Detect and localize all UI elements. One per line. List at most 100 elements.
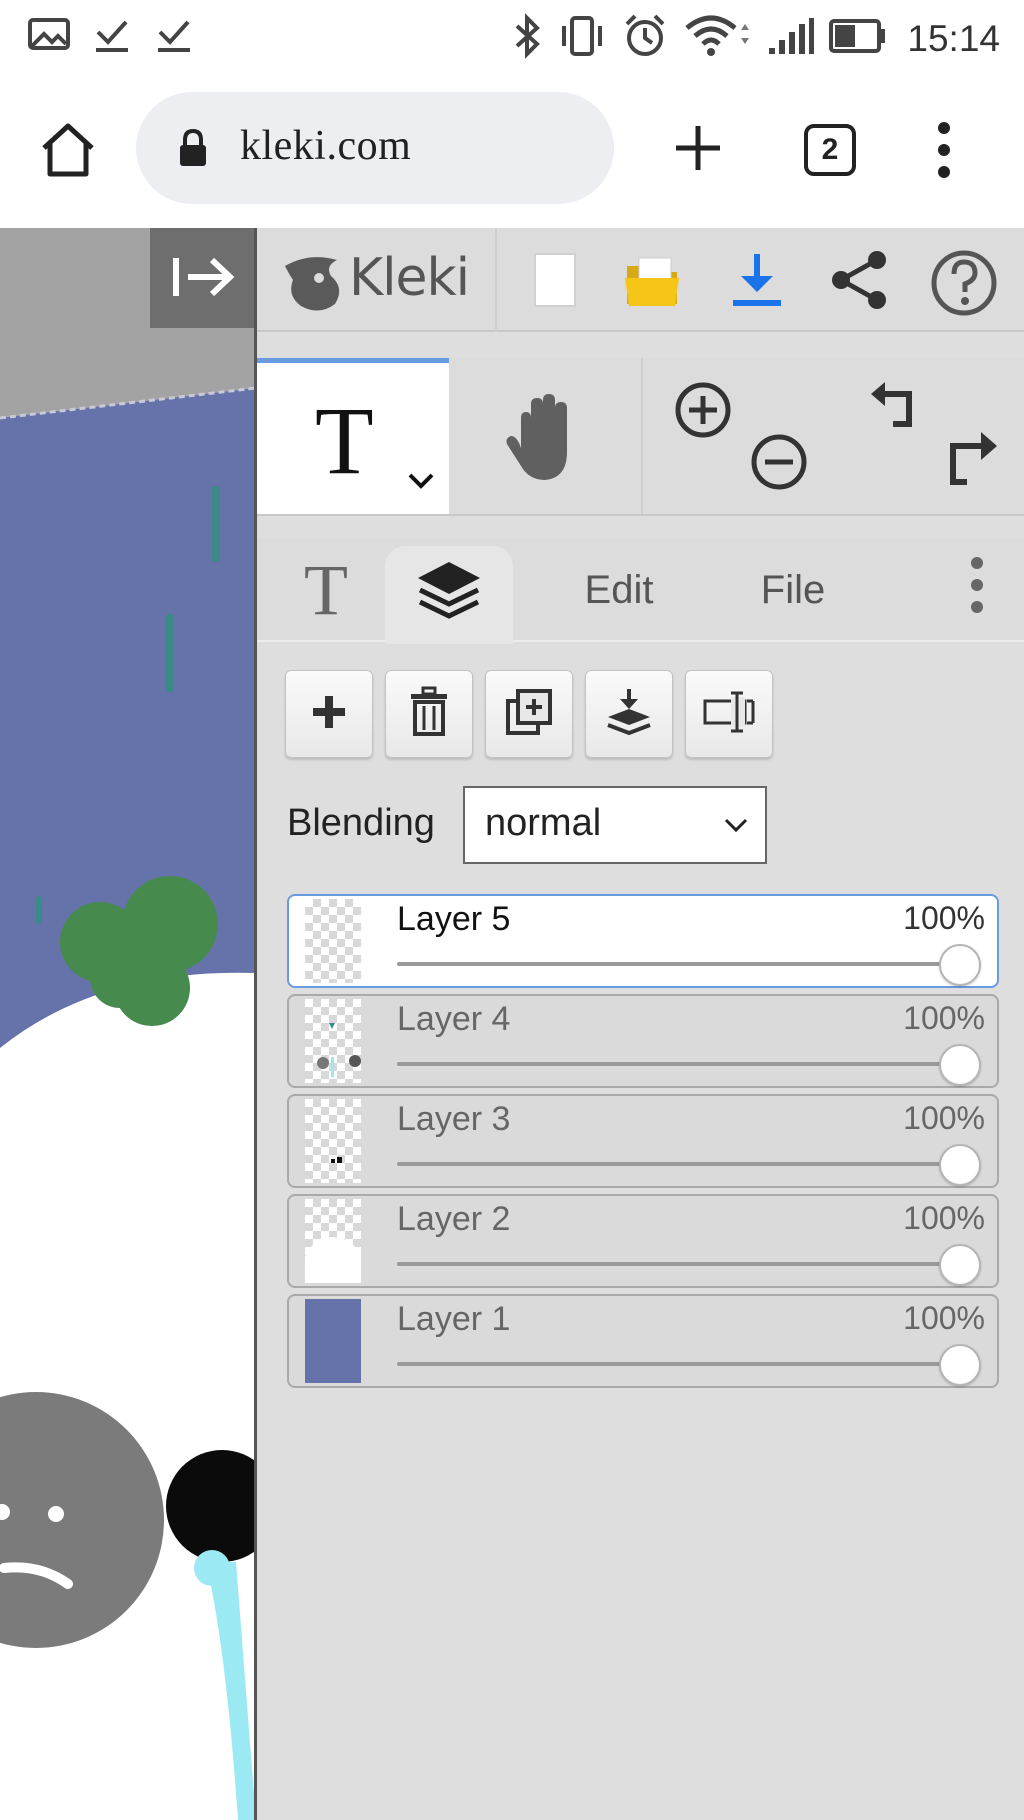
layer-name: Layer 3 xyxy=(397,1100,511,1138)
layer-thumbnail-art xyxy=(305,1236,361,1283)
tab-switcher-button[interactable]: 2 xyxy=(804,124,856,176)
app-header: Kleki xyxy=(257,228,1024,332)
tab-edit[interactable]: Edit xyxy=(549,538,689,642)
tab-more[interactable] xyxy=(947,538,1007,642)
blending-value: normal xyxy=(485,802,602,844)
more-menu-icon[interactable] xyxy=(930,120,958,180)
merge-layer-button[interactable] xyxy=(585,670,673,758)
layer-item[interactable]: Layer 5 100% xyxy=(287,894,999,988)
layer-opacity-value: 100% xyxy=(903,900,985,936)
hand-icon xyxy=(501,388,591,493)
logo-text: Kleki xyxy=(349,248,470,308)
share-icon[interactable] xyxy=(827,248,891,312)
tab-file[interactable]: File xyxy=(733,538,853,642)
opacity-slider-handle[interactable] xyxy=(939,1244,981,1286)
new-tab-button[interactable] xyxy=(672,122,724,174)
collapse-panel-button[interactable] xyxy=(150,228,254,328)
undo-redo-controls xyxy=(837,358,1024,514)
zoom-out-icon[interactable] xyxy=(749,432,809,497)
layer-thumbnail xyxy=(305,1199,361,1283)
undo-icon[interactable] xyxy=(863,378,923,443)
redo-icon[interactable] xyxy=(941,430,1005,499)
duplicate-icon xyxy=(504,687,554,742)
rename-layer-button[interactable] xyxy=(685,670,773,758)
check-icon xyxy=(92,14,132,59)
opacity-slider-handle[interactable] xyxy=(939,944,981,986)
opacity-slider-track[interactable] xyxy=(397,962,959,966)
rename-icon xyxy=(701,687,757,742)
text-tool-button[interactable]: T xyxy=(257,358,449,514)
home-icon[interactable] xyxy=(36,118,100,182)
kleki-logo[interactable]: Kleki xyxy=(257,228,497,332)
new-file-icon[interactable] xyxy=(523,248,587,312)
url-text: kleki.com xyxy=(240,123,412,169)
kleki-logo-icon xyxy=(279,246,349,321)
opacity-slider-handle[interactable] xyxy=(939,1144,981,1186)
layer-thumbnail xyxy=(305,1099,361,1183)
zoom-in-icon[interactable] xyxy=(673,380,733,445)
layer-action-buttons xyxy=(285,670,773,758)
layer-item[interactable]: Layer 1 100% xyxy=(287,1294,999,1388)
layer-thumbnail-art xyxy=(331,1157,342,1163)
hand-tool-button[interactable] xyxy=(451,358,643,514)
signal-icon xyxy=(767,16,815,61)
layer-thumbnail-art xyxy=(317,1023,361,1077)
opacity-slider-track[interactable] xyxy=(397,1262,959,1266)
tab-text[interactable]: T xyxy=(273,538,379,642)
address-bar[interactable]: kleki.com xyxy=(136,92,614,204)
blending-select[interactable]: normal xyxy=(463,786,767,864)
layer-item[interactable]: Layer 4 100% xyxy=(287,994,999,1088)
opacity-slider-track[interactable] xyxy=(397,1062,959,1066)
open-folder-icon[interactable] xyxy=(621,248,685,312)
bluetooth-icon xyxy=(513,12,543,65)
layer-thumbnail xyxy=(305,999,361,1083)
duplicate-layer-button[interactable] xyxy=(485,670,573,758)
opacity-slider-handle[interactable] xyxy=(939,1044,981,1086)
layer-opacity-value: 100% xyxy=(903,1300,985,1336)
layer-name: Layer 5 xyxy=(397,900,511,938)
delete-layer-button[interactable] xyxy=(385,670,473,758)
layer-thumbnail xyxy=(305,899,361,983)
alarm-icon xyxy=(621,12,669,65)
status-time: 15:14 xyxy=(907,17,1000,59)
status-bar: 15:14 xyxy=(0,0,1024,76)
layer-item[interactable]: Layer 3 100% xyxy=(287,1094,999,1188)
tool-row: T xyxy=(257,358,1024,516)
wifi-icon xyxy=(683,14,753,63)
layer-thumbnail xyxy=(305,1299,361,1383)
layer-name: Layer 2 xyxy=(397,1200,511,1238)
check-icon xyxy=(154,14,194,59)
blending-label: Blending xyxy=(287,802,435,844)
opacity-slider-handle[interactable] xyxy=(939,1344,981,1386)
download-icon[interactable] xyxy=(725,248,789,312)
gallery-icon xyxy=(28,16,70,57)
browser-toolbar: kleki.com 2 xyxy=(0,76,1024,228)
layer-name: Layer 1 xyxy=(397,1300,511,1338)
vibrate-icon xyxy=(557,14,607,63)
layer-opacity-value: 100% xyxy=(903,1000,985,1036)
layer-name: Layer 4 xyxy=(397,1000,511,1038)
chevron-down-icon[interactable] xyxy=(407,471,435,496)
zoom-controls xyxy=(645,358,837,514)
text-tool-glyph: T xyxy=(315,387,374,494)
opacity-slider-track[interactable] xyxy=(397,1362,959,1366)
panel-tabs: T Edit File xyxy=(257,538,1024,644)
layer-item[interactable]: Layer 2 100% xyxy=(287,1194,999,1288)
layer-list: Layer 5 100% Layer 4 100% Layer 3 100% L… xyxy=(287,894,999,1394)
plus-icon xyxy=(309,692,349,737)
merge-down-icon xyxy=(604,687,654,742)
drawing-canvas[interactable] xyxy=(0,228,256,1820)
opacity-slider-track[interactable] xyxy=(397,1162,959,1166)
add-layer-button[interactable] xyxy=(285,670,373,758)
canvas-artwork xyxy=(0,228,256,1820)
layer-opacity-value: 100% xyxy=(903,1100,985,1136)
chevron-down-icon xyxy=(721,810,751,845)
battery-icon xyxy=(829,18,887,59)
more-vertical-icon xyxy=(967,555,987,625)
tab-layers[interactable] xyxy=(385,546,513,644)
layer-opacity-value: 100% xyxy=(903,1200,985,1236)
lock-icon xyxy=(178,128,208,173)
layers-icon xyxy=(414,558,484,632)
side-panel: Kleki T T Edit File Blending normal Laye… xyxy=(254,228,1024,1820)
help-icon[interactable] xyxy=(929,248,997,316)
